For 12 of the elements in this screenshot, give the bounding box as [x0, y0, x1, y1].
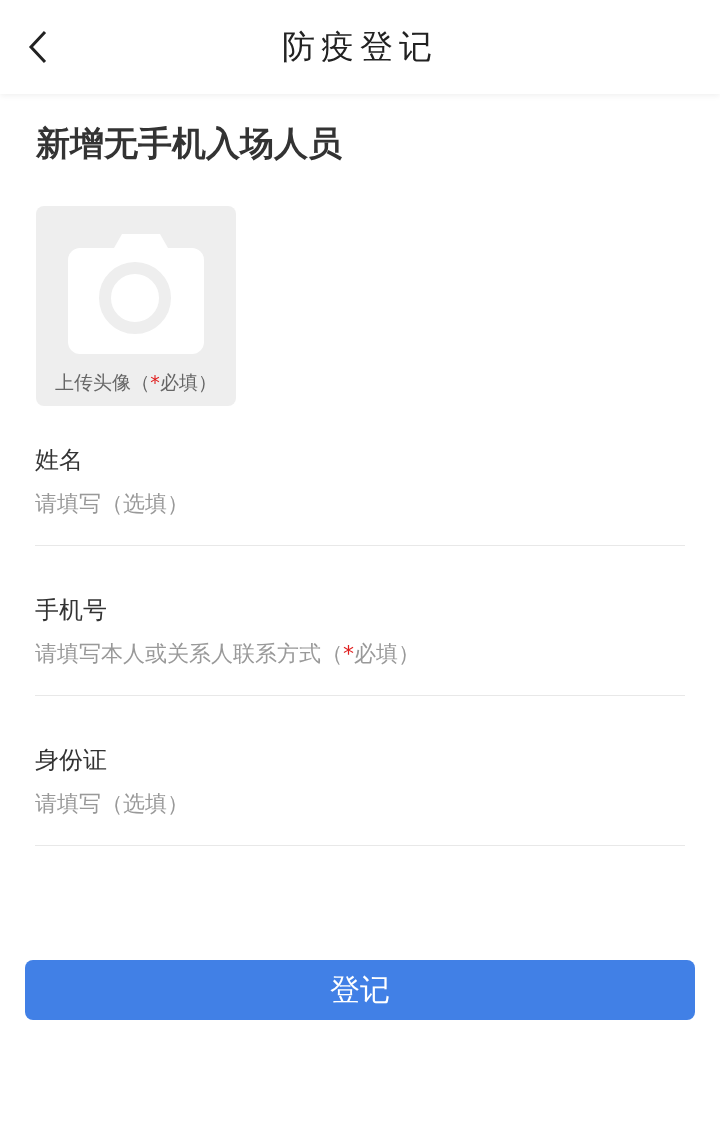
form-title: 新增无手机入场人员	[36, 122, 343, 165]
page-header-title: 防疫登记	[282, 25, 438, 68]
avatar-upload[interactable]: 上传头像（*必填）	[36, 206, 236, 406]
field-label: 身份证	[35, 745, 108, 775]
upload-label: 上传头像（*必填）	[55, 370, 217, 395]
input-field[interactable]: 请填写（选填）	[35, 789, 685, 819]
register-button[interactable]: 登记	[25, 960, 695, 1020]
input-field[interactable]: 请填写（选填）	[35, 489, 685, 519]
field-label: 姓名	[35, 445, 84, 475]
input-field[interactable]: 请填写本人或关系人联系方式（*必填）	[35, 639, 685, 669]
field-label: 手机号	[35, 595, 108, 625]
back-icon[interactable]	[28, 30, 48, 64]
